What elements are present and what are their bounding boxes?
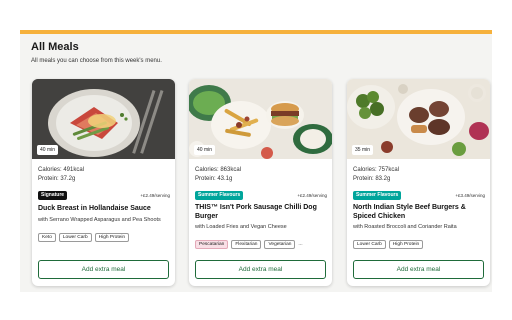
more-tags-indicator[interactable]: ... [298, 240, 302, 249]
tag-lower-carb: Lower Carb [353, 240, 386, 249]
all-meals-section: All Meals All meals you can choose from … [20, 30, 492, 292]
meal-description: with Roasted Broccoli and Coriander Rait… [353, 224, 457, 230]
section-title: All Meals [31, 41, 79, 53]
tag-vegetarian: Vegetarian [264, 240, 296, 249]
meal-name[interactable]: North Indian Style Beef Burgers & Spiced… [353, 203, 485, 221]
meal-tags: Lower Carb High Protein [353, 240, 424, 249]
meal-card-duck[interactable]: 40 min Calories: 491kcal Protein: 37.2g … [32, 79, 175, 286]
meal-description: with Loaded Fries and Vegan Cheese [195, 224, 287, 230]
cook-time-label: 35 min [352, 145, 374, 155]
protein-label: Protein: 83.2g [353, 176, 391, 182]
meal-tags: Keto Lower Carb High Protein [38, 233, 130, 242]
add-extra-meal-button[interactable]: Add extra meal [38, 260, 169, 279]
tag-high-protein: High Protein [94, 233, 130, 242]
tag-high-protein: High Protein [388, 240, 424, 249]
meal-description: with Serrano Wrapped Asparagus and Pea S… [38, 217, 161, 223]
summer-flavours-badge: Summer Flavours [195, 191, 244, 200]
meal-tags: Pescatarian Flexitarian Vegetarian ... [195, 240, 303, 249]
summer-flavours-badge: Summer Flavours [353, 191, 402, 200]
meal-card-chilli-dog[interactable]: 40 min Calories: 863kcal Protein: 43.1g … [189, 79, 332, 286]
section-subtitle: All meals you can choose from this week'… [31, 58, 162, 64]
calories-label: Calories: 863kcal [195, 167, 242, 173]
extra-price-label: +£3.49/serving [455, 193, 485, 198]
tag-flexitarian: Flexitarian [231, 240, 262, 249]
calories-label: Calories: 757kcal [353, 167, 400, 173]
add-extra-meal-button[interactable]: Add extra meal [353, 260, 484, 279]
cook-time-label: 40 min [194, 145, 216, 155]
tag-keto: Keto [38, 233, 56, 242]
signature-badge: Signature [38, 191, 68, 200]
protein-label: Protein: 37.2g [38, 176, 76, 182]
meal-card-beef-burgers[interactable]: 35 min Calories: 757kcal Protein: 83.2g … [347, 79, 490, 286]
calories-label: Calories: 491kcal [38, 167, 85, 173]
add-extra-meal-button[interactable]: Add extra meal [195, 260, 326, 279]
cook-time-label: 40 min [37, 145, 59, 155]
tag-lower-carb: Lower Carb [58, 233, 92, 242]
meal-name[interactable]: Duck Breast in Hollandaise Sauce [38, 204, 170, 213]
accent-bar [20, 30, 492, 34]
extra-price-label: +£2.49/serving [297, 193, 327, 198]
meal-name[interactable]: THIS™ Isn't Pork Sausage Chilli Dog Burg… [195, 203, 327, 221]
protein-label: Protein: 43.1g [195, 176, 233, 182]
extra-price-label: +£2.49/serving [140, 193, 170, 198]
tag-pescatarian: Pescatarian [195, 240, 229, 249]
